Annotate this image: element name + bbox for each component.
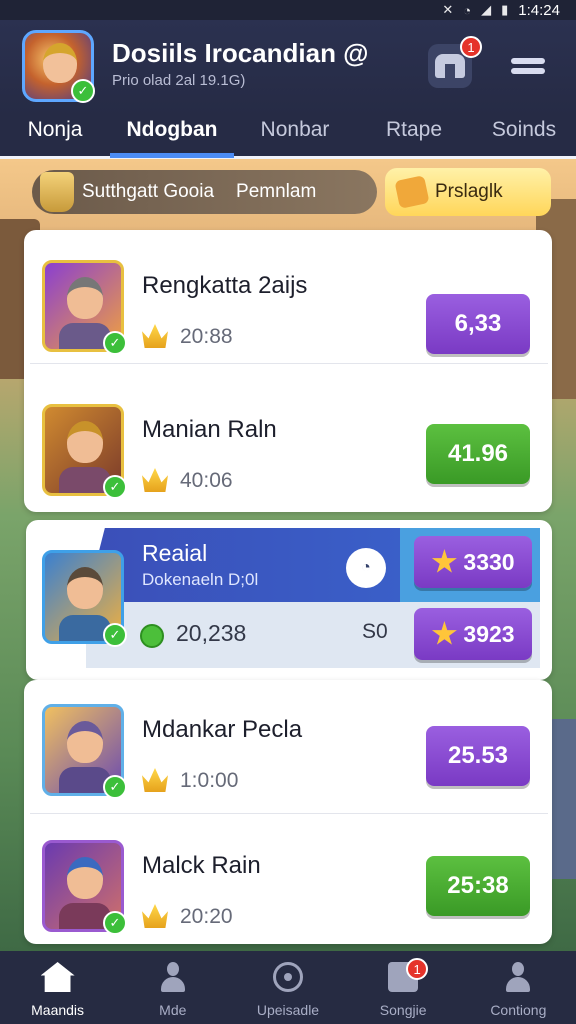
character-head: [67, 277, 103, 319]
verified-icon: ✓: [103, 775, 127, 799]
star-icon: [431, 549, 457, 573]
bottom-nav: Maandis Mde Upeisadle 1 Songjie Contiong: [0, 951, 576, 1024]
divider: [30, 363, 548, 364]
nav-label: Maandis: [31, 1002, 85, 1018]
crown-icon: [142, 324, 168, 348]
price-button[interactable]: 41.96: [426, 424, 530, 484]
lantern-icon: [40, 172, 74, 212]
divider: [30, 813, 548, 814]
promo-text-1: Sutthgatt Gooia: [82, 181, 215, 202]
nav-label: Contiong: [490, 1002, 547, 1018]
character-head: [67, 421, 103, 463]
featured-value: 20,238: [176, 620, 247, 646]
crown-icon: [142, 768, 168, 792]
featured-card[interactable]: ✓ Reaial Dokenaeln D;0l ◔ 20,238 S0 3330…: [26, 520, 552, 680]
person-icon: [155, 962, 191, 996]
character-thumbnail: ✓: [42, 404, 127, 499]
star-price-label: 3923: [463, 620, 515, 647]
featured-small-value: S0: [362, 620, 388, 643]
store-icon: [435, 54, 465, 78]
crown-icon: [142, 904, 168, 928]
app-header: ✓ Dosiils Irocandian @ Prio olad 2al 19.…: [0, 20, 576, 115]
tab-rtape[interactable]: Rtape: [356, 114, 472, 158]
character-head: [67, 721, 103, 763]
item-time: 20:20: [180, 905, 233, 928]
list-item[interactable]: ✓ Manian Raln 40:06 41.96: [30, 384, 548, 504]
character-head: [67, 567, 103, 609]
promo-button[interactable]: Prslaglk: [385, 168, 551, 216]
tab-nonbar[interactable]: Nonbar: [234, 114, 356, 158]
wifi-icon: ◔: [463, 2, 472, 18]
user-icon: [500, 962, 536, 996]
character-head: [67, 857, 103, 899]
character-thumbnail: ✓: [42, 550, 127, 647]
tab-ndogban[interactable]: Ndogban: [110, 114, 234, 158]
featured-title: Reaial: [142, 540, 208, 566]
target-icon: [270, 962, 306, 996]
star-icon: [431, 621, 457, 645]
item-name: Malck Rain: [142, 852, 261, 879]
nav-label: Songjie: [379, 1002, 427, 1018]
store-button[interactable]: 1: [428, 36, 482, 88]
app-subtitle: Prio olad 2al 19.1G): [112, 72, 246, 89]
status-time: 1:4:24: [518, 1, 560, 19]
promo-text-2: Pemnlam: [236, 181, 317, 202]
promo-banner[interactable]: Sutthgatt Gooia Pemnlam: [32, 170, 377, 214]
item-name: Mdankar Pecla: [142, 716, 303, 743]
nav-target[interactable]: Upeisadle: [233, 962, 343, 1018]
menu-button[interactable]: [506, 44, 550, 88]
promo-button-label: Prslaglk: [435, 181, 503, 202]
verified-icon: ✓: [103, 911, 127, 935]
verified-icon: ✓: [103, 623, 127, 647]
verified-icon: ✓: [71, 79, 95, 103]
coin-icon: [140, 624, 164, 648]
star-price-label: 3330: [463, 548, 515, 575]
nav-inbox[interactable]: 1 Songjie: [348, 958, 458, 1018]
menu-icon: [511, 54, 545, 78]
tab-bar: Nonja Ndogban Nonbar Rtape Soinds: [0, 115, 576, 159]
avatar-face: [43, 43, 77, 83]
battery-icon: ▮: [501, 2, 509, 17]
item-time: 20:88: [180, 325, 233, 348]
character-thumbnail: ✓: [42, 840, 127, 935]
crown-icon: [142, 468, 168, 492]
silent-icon: ✕: [442, 2, 454, 17]
home-icon: [40, 962, 76, 996]
app-title: Dosiils Irocandian @: [112, 38, 369, 68]
list-item[interactable]: ✓ Rengkatta 2aijs 20:88 6,33: [30, 240, 548, 364]
price-button[interactable]: 25:38: [426, 856, 530, 916]
verified-icon: ✓: [103, 331, 127, 355]
list-item[interactable]: ✓ Mdankar Pecla 1:0:00 25.53: [30, 684, 548, 814]
nav-label: Upeisadle: [256, 1002, 320, 1018]
list-item[interactable]: ✓ Malck Rain 20:20 25:38: [30, 820, 548, 940]
price-button[interactable]: 6,33: [426, 294, 530, 354]
nav-profile[interactable]: Mde: [118, 962, 228, 1018]
tab-soinds[interactable]: Soinds: [472, 114, 576, 158]
verified-icon: ✓: [103, 475, 127, 499]
ticket-icon: [394, 175, 430, 209]
item-time: 1:0:00: [180, 769, 239, 792]
timer-icon[interactable]: ◔: [346, 548, 386, 588]
status-bar: ✕ ◔ ◢ ▮ 1:4:24: [0, 0, 576, 20]
nav-label: Mde: [159, 1002, 187, 1018]
star-price-button[interactable]: 3330: [414, 536, 532, 588]
nav-home[interactable]: Maandis: [3, 962, 113, 1018]
nav-badge: 1: [406, 958, 429, 980]
signal-icon: ◢: [481, 2, 492, 17]
featured-subtitle: Dokenaeln D;0l: [142, 570, 259, 589]
item-name: Rengkatta 2aijs: [142, 272, 308, 299]
store-badge: 1: [460, 36, 482, 58]
price-button[interactable]: 25.53: [426, 726, 530, 786]
character-thumbnail: ✓: [42, 704, 127, 799]
tab-nonja[interactable]: Nonja: [0, 114, 110, 158]
item-name: Manian Raln: [142, 416, 277, 443]
nav-account[interactable]: Contiong: [463, 962, 573, 1018]
item-time: 40:06: [180, 469, 233, 492]
avatar[interactable]: ✓: [22, 30, 95, 103]
star-price-button[interactable]: 3923: [414, 608, 532, 660]
character-thumbnail: ✓: [42, 260, 127, 355]
